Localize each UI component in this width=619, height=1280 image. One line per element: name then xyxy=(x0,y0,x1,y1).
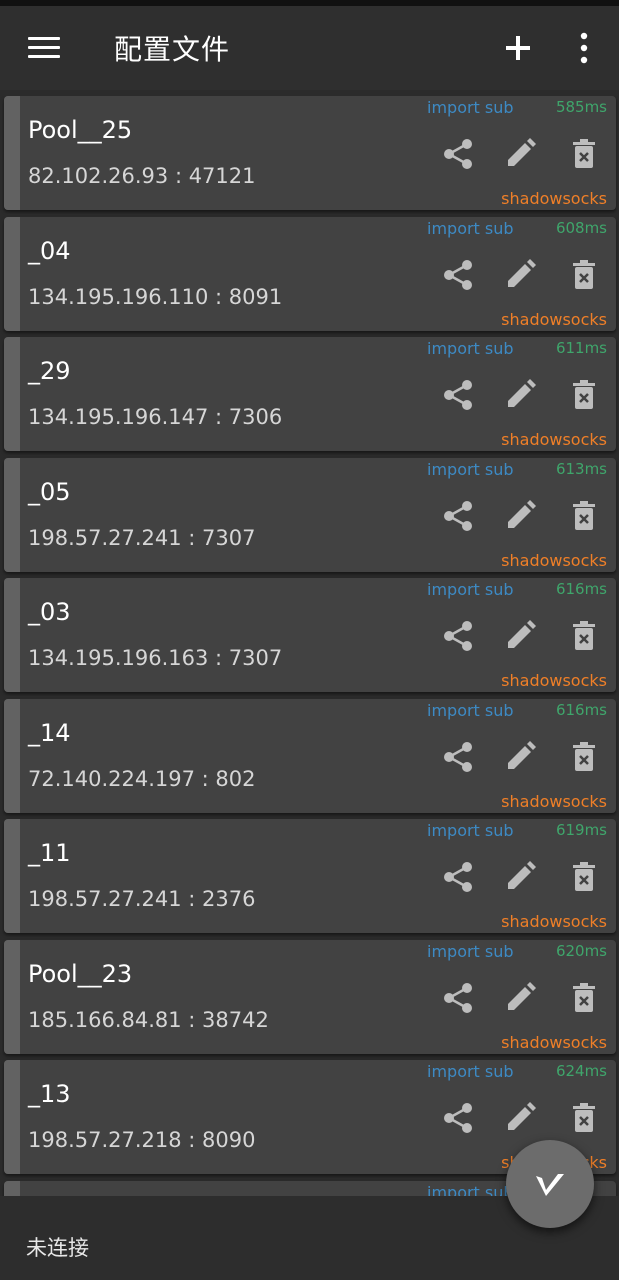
server-card[interactable]: _29 134.195.196.147 : 7306 import sub 611ms… xyxy=(4,337,616,451)
selection-indicator xyxy=(4,96,20,210)
edit-icon[interactable] xyxy=(502,136,538,172)
selection-indicator xyxy=(4,1060,20,1174)
share-icon[interactable] xyxy=(440,980,476,1016)
protocol-type: shadowsocks xyxy=(501,1032,607,1052)
selection-indicator xyxy=(4,939,20,1054)
server-card[interactable]: _14 72.140.224.197 : 802 import sub 616ms sh… xyxy=(4,698,616,813)
edit-icon[interactable] xyxy=(502,498,538,534)
latency-label: 616ms xyxy=(555,580,607,598)
protocol-type: shadowsocks xyxy=(501,912,607,931)
selection-indicator xyxy=(4,457,20,572)
share-icon[interactable] xyxy=(440,859,476,895)
share-icon[interactable] xyxy=(440,257,476,293)
share-icon[interactable] xyxy=(440,136,476,172)
protocol-type: shadowsocks xyxy=(501,671,607,690)
connection-status[interactable]: 未连接 xyxy=(26,1232,89,1262)
app-bar: 配置文件 xyxy=(0,6,619,90)
server-address: 198.57.27.241 : 7307 xyxy=(28,525,256,550)
latency-label: 608ms xyxy=(555,218,607,237)
server-address: 72.140.224.197 : 802 xyxy=(28,766,256,791)
share-icon[interactable] xyxy=(440,377,476,413)
latency-label: 585ms xyxy=(555,98,607,116)
server-address: 198.57.27.241 : 2376 xyxy=(28,887,256,911)
delete-icon[interactable] xyxy=(566,859,602,895)
connect-fab[interactable] xyxy=(506,1140,594,1228)
delete-icon[interactable] xyxy=(566,980,602,1016)
selection-indicator xyxy=(4,1180,20,1196)
delete-icon[interactable] xyxy=(566,498,602,534)
server-address: 82.102.26.93 : 47121 xyxy=(28,164,256,188)
server-card[interactable]: _11 198.57.27.241 : 2376 import sub 619ms sh… xyxy=(4,819,616,933)
share-icon[interactable] xyxy=(440,618,476,654)
delete-icon[interactable] xyxy=(566,739,602,775)
selection-indicator xyxy=(4,698,20,813)
subscription-label: import sub xyxy=(427,821,514,840)
delete-icon[interactable] xyxy=(566,257,602,293)
subscription-label: import sub xyxy=(427,1062,514,1081)
v-logo-icon xyxy=(536,1174,564,1196)
more-vert-icon[interactable] xyxy=(574,30,594,66)
server-card[interactable]: Pool__25 82.102.26.93 : 47121 import sub 58… xyxy=(4,96,616,210)
subscription-label: import sub xyxy=(427,459,514,479)
protocol-type: shadowsocks xyxy=(501,309,607,329)
subscription-label: import sub xyxy=(427,700,514,720)
server-name: _29 xyxy=(28,357,71,385)
latency-label: 613ms xyxy=(555,459,607,478)
edit-icon[interactable] xyxy=(502,618,538,654)
latency-label: 620ms xyxy=(555,941,607,960)
selection-indicator xyxy=(4,337,20,451)
protocol-type: shadowsocks xyxy=(501,791,607,811)
share-icon[interactable] xyxy=(440,1100,476,1136)
delete-icon[interactable] xyxy=(566,377,602,413)
server-card[interactable]: Pool__23 185.166.84.81 : 38742 import sub 6… xyxy=(4,939,616,1054)
edit-icon[interactable] xyxy=(502,980,538,1016)
subscription-label: import sub xyxy=(427,941,514,961)
selection-indicator xyxy=(4,216,20,331)
server-card[interactable]: _05 198.57.27.241 : 7307 import sub 613ms sh… xyxy=(4,457,616,572)
server-name: _03 xyxy=(28,598,71,626)
subscription-label: import sub xyxy=(427,339,514,358)
protocol-type: shadowsocks xyxy=(501,550,607,570)
edit-icon[interactable] xyxy=(502,859,538,895)
server-address: 134.195.196.147 : 7306 xyxy=(28,405,283,429)
delete-icon[interactable] xyxy=(566,136,602,172)
add-icon[interactable] xyxy=(504,34,532,62)
server-name: _13 xyxy=(28,1080,71,1108)
server-card[interactable]: _04 134.195.196.110 : 8091 import sub 608ms… xyxy=(4,216,616,331)
server-name: Pool__25 xyxy=(28,116,133,144)
latency-label: 616ms xyxy=(555,700,607,719)
share-icon[interactable] xyxy=(440,739,476,775)
protocol-type: shadowsocks xyxy=(501,430,607,449)
edit-icon[interactable] xyxy=(502,377,538,413)
server-name: _11 xyxy=(28,839,71,867)
delete-icon[interactable] xyxy=(566,1100,602,1136)
share-icon[interactable] xyxy=(440,498,476,534)
server-address: 185.166.84.81 : 38742 xyxy=(28,1007,269,1032)
server-address: 198.57.27.218 : 8090 xyxy=(28,1128,256,1152)
edit-icon[interactable] xyxy=(502,1100,538,1136)
subscription-label: import sub xyxy=(427,98,514,117)
server-name: Pool__23 xyxy=(28,959,133,988)
server-card[interactable]: _03 134.195.196.163 : 7307 import sub 616ms… xyxy=(4,578,616,692)
server-name: _04 xyxy=(28,236,71,265)
latency-label: 624ms xyxy=(555,1062,607,1080)
delete-icon[interactable] xyxy=(566,618,602,654)
page-title: 配置文件 xyxy=(114,33,231,66)
server-address: 134.195.196.110 : 8091 xyxy=(28,284,283,309)
subscription-label: import sub xyxy=(427,580,514,599)
server-list[interactable]: Pool__25 82.102.26.93 : 47121 import sub 58… xyxy=(0,96,619,1196)
subscription-label: import sub xyxy=(427,1182,514,1197)
latency-label: 619ms xyxy=(555,821,607,839)
edit-icon[interactable] xyxy=(502,739,538,775)
latency-label: 611ms xyxy=(555,339,607,357)
selection-indicator xyxy=(4,819,20,933)
protocol-type: shadowsocks xyxy=(501,189,607,208)
server-name: _14 xyxy=(28,718,71,747)
menu-icon[interactable] xyxy=(28,34,60,62)
server-address: 134.195.196.163 : 7307 xyxy=(28,646,283,670)
selection-indicator xyxy=(4,578,20,692)
edit-icon[interactable] xyxy=(502,257,538,293)
subscription-label: import sub xyxy=(427,218,514,238)
server-name: _05 xyxy=(28,477,71,506)
